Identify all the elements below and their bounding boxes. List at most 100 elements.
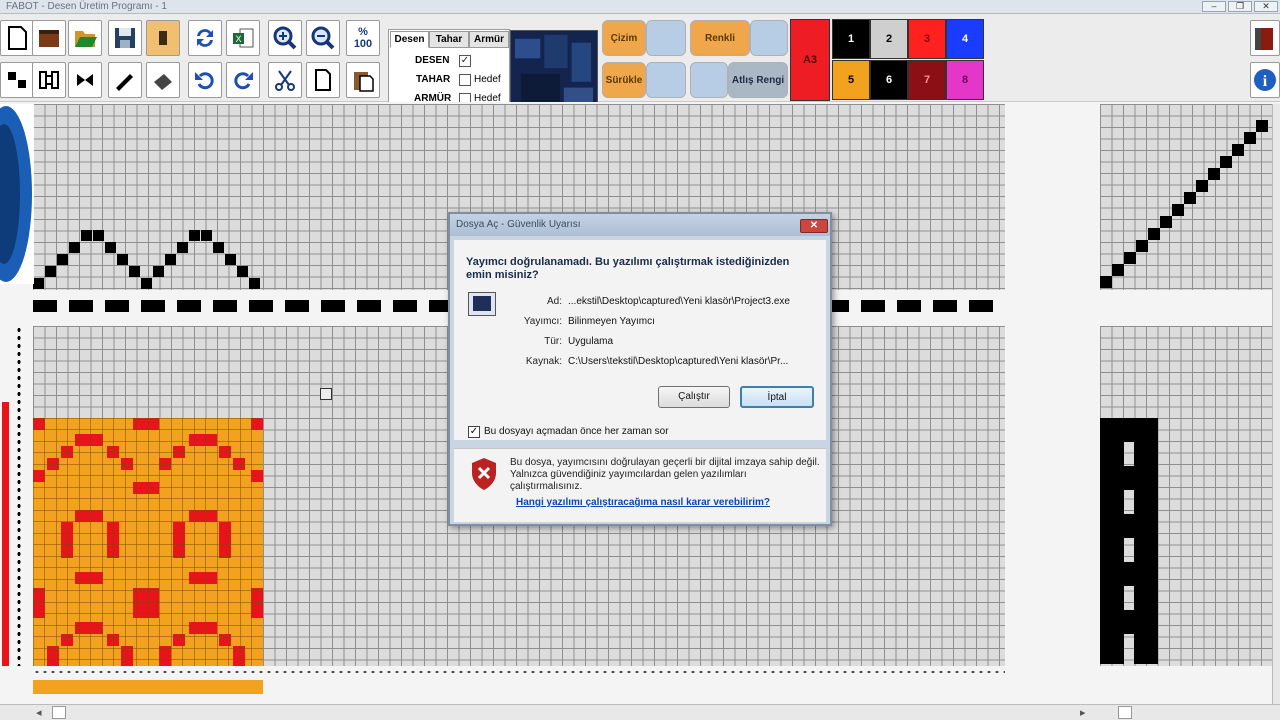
zigzag-pattern [33,230,260,289]
woven-pattern-block [33,418,263,666]
name-label: Ad: [546,296,562,307]
brush-icon [116,74,133,91]
cancel-button[interactable]: İptal [740,386,814,408]
cut-button[interactable] [268,62,302,98]
color-swatch-4[interactable]: 4 [946,19,984,59]
tab-armur[interactable]: Armür [469,31,509,48]
toolbar: X % 100 Desen Tahar Armür DESEN ✓ TAHAR … [0,14,1280,114]
zoom-out-button[interactable] [306,20,340,56]
undo-button[interactable] [188,62,222,98]
surukle-button[interactable]: Sürükle [602,62,646,98]
option-tahar-checkbox[interactable] [459,74,471,86]
redo-button[interactable] [226,62,260,98]
new-file-button[interactable] [0,20,34,56]
window-title: FABOT - Desen Üretim Programı - 1 [6,1,167,12]
cut-icon [275,70,295,91]
dialog-close-button[interactable]: ✕ [800,219,828,233]
shield-warning-icon [472,458,496,490]
undo-icon [195,72,214,90]
cursor-marker [320,388,332,400]
woven-pattern-motif [33,418,263,666]
zoom-in-button[interactable] [268,20,302,56]
logo-mark [0,106,32,282]
surukle-toggle[interactable] [646,62,686,98]
renkli-button[interactable]: Renkli [690,20,750,56]
publisher-value: Bilinmeyen Yayımcı [568,316,655,327]
copy-icon [315,69,331,91]
renkli-toggle[interactable] [750,20,788,56]
color-swatch-2[interactable]: 2 [870,19,908,59]
open-folder-button[interactable] [68,20,102,56]
svg-text:i: i [1263,73,1268,90]
color-swatch-3[interactable]: 3 [908,19,946,59]
copy-button[interactable] [306,62,340,98]
color-swatch-6[interactable]: 6 [870,60,908,100]
title-bar: FABOT - Desen Üretim Programı - 1 – ❐ ✕ [0,0,1280,14]
tab-tahar[interactable]: Tahar [429,31,469,48]
atlis-rengi-button[interactable]: Atlış Rengi [728,62,788,98]
save-button[interactable] [108,20,142,56]
excel-icon: X [233,28,254,48]
scroll-right-arrow[interactable]: ▸ [1080,706,1086,719]
svg-text:X: X [235,34,241,44]
tab-desen[interactable]: Desen [390,31,429,48]
zoom-percent-symbol: % [358,26,368,38]
mirror-button[interactable] [68,62,102,98]
info-button[interactable]: i [1250,62,1280,98]
help-link[interactable]: Hangi yazılımı çalıştıracağıma nasıl kar… [516,497,770,508]
dotted-ruler-vertical [16,326,22,666]
cizim-toggle[interactable] [646,20,686,56]
always-ask-label: Bu dosyayı açmadan önce her zaman sor [484,426,669,437]
warning-text: Bu dosya, yayımcısını doğrulayan geçerli… [510,457,820,492]
color-swatch-8[interactable]: 8 [946,60,984,100]
scroll-thumb[interactable] [52,706,66,719]
maximize-button[interactable]: ❐ [1228,1,1252,12]
flip-button[interactable] [32,62,66,98]
fill-icon [154,74,172,90]
source-value: C:\Users\tekstil\Desktop\captured\Yeni k… [568,356,789,367]
option-desen-checkbox[interactable]: ✓ [459,55,471,67]
scroll-left-arrow[interactable]: ◂ [36,706,42,719]
open-folder-icon [75,31,97,47]
treadling-pattern [1100,418,1158,664]
minimize-button[interactable]: – [1202,1,1226,12]
refresh-icon [197,29,213,47]
zoom-in-icon [273,26,297,50]
open-book-button[interactable] [32,20,66,56]
zoom-level-value: 100 [353,38,373,50]
always-ask-checkbox[interactable]: ✓ [468,426,480,438]
option-tahar-target: Hedef [474,74,501,85]
atlis-toggle[interactable] [690,62,728,98]
grid-tool-icon [8,72,26,88]
dialog-body: Yayımcı doğrulanamadı. Bu yazılımı çalış… [454,240,826,440]
scroll-thumb-right[interactable] [1118,706,1132,719]
color-swatch-5[interactable]: 5 [832,60,870,100]
mirror-icon [77,74,93,86]
run-button[interactable]: Çalıştır [658,386,730,408]
grid-tool-button[interactable] [0,62,34,98]
red-side-strip [2,402,9,666]
type-label: Tür: [544,336,562,347]
active-color-swatch[interactable]: A3 [790,19,830,101]
exit-door-button[interactable] [1250,20,1280,56]
zoom-level-button[interactable]: % 100 [346,20,380,56]
cizim-button[interactable]: Çizim [602,20,646,56]
publisher-label: Yayımcı: [523,316,562,327]
excel-button[interactable]: X [226,20,260,56]
horizontal-scrollbar[interactable]: ◂ ▸ [0,704,1280,720]
palette-button[interactable] [146,20,180,56]
type-value: Uygulama [568,336,614,347]
logo [0,104,34,284]
brush-button[interactable] [108,62,142,98]
color-swatch-1[interactable]: 1 [832,19,870,59]
warning-area: Bu dosya, yayımcısını doğrulayan geçerli… [454,448,826,522]
close-window-button[interactable]: ✕ [1254,1,1278,12]
palette-icon [159,31,167,45]
new-file-icon [8,26,27,50]
vertical-scrollbar[interactable] [1272,104,1280,704]
color-swatch-7[interactable]: 7 [908,60,946,100]
refresh-button[interactable] [188,20,222,56]
paste-button[interactable] [346,62,380,98]
name-value: ...ekstil\Desktop\captured\Yeni klasör\P… [568,296,790,307]
fill-button[interactable] [146,62,180,98]
